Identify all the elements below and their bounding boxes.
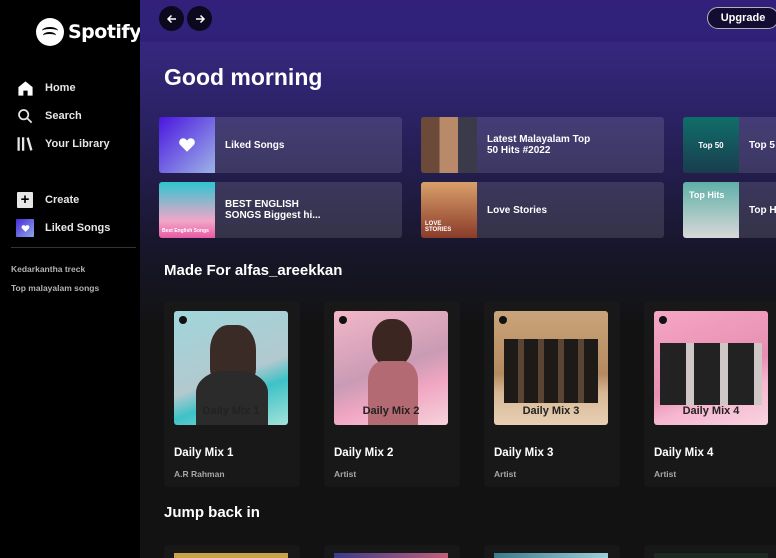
mix-cover-label: Daily Mix 1 bbox=[202, 405, 260, 417]
page-title: Good morning bbox=[164, 64, 323, 90]
spotify-mini-icon bbox=[659, 316, 667, 324]
upgrade-button[interactable]: Upgrade bbox=[707, 7, 776, 29]
mix-subtitle[interactable]: A.R Rahman bbox=[174, 469, 225, 479]
quick-pick-title: Latest Malayalam Top 50 Hits #2022 bbox=[487, 134, 591, 156]
heart-icon bbox=[179, 138, 195, 152]
thumb-label: LOVE STORIES bbox=[425, 221, 452, 233]
playlist-item[interactable]: Kedarkantha treck bbox=[11, 263, 99, 282]
sidebar: Spotify Home Search Your Library + Creat… bbox=[0, 0, 142, 558]
mix-cover: Daily Mix 3 bbox=[494, 311, 608, 425]
liked-songs-link[interactable]: Liked Songs bbox=[16, 214, 110, 242]
mix-cover: Daily Mix 1 bbox=[174, 311, 288, 425]
thumb-label: Top 50 bbox=[698, 140, 724, 150]
home-icon bbox=[16, 79, 34, 97]
mix-card[interactable]: Daily Mix 3 Daily Mix 3 Artist bbox=[484, 301, 620, 487]
liked-songs-label: Liked Songs bbox=[45, 222, 111, 234]
back-button[interactable] bbox=[159, 6, 184, 31]
recent-card[interactable] bbox=[484, 545, 620, 558]
playlist-thumb: Top Hits bbox=[683, 182, 739, 238]
nav-library[interactable]: Your Library bbox=[16, 130, 110, 158]
mix-subtitle[interactable]: Artist bbox=[494, 469, 516, 479]
recent-card[interactable] bbox=[324, 545, 460, 558]
playlist-thumb: Best English Songs bbox=[159, 182, 215, 238]
playlist-thumb bbox=[421, 117, 477, 173]
arrow-left-icon bbox=[166, 14, 176, 23]
recent-cover bbox=[494, 553, 608, 558]
main-nav: Home Search Your Library bbox=[16, 74, 110, 158]
liked-songs-thumb bbox=[159, 117, 215, 173]
recent-cover bbox=[654, 553, 768, 558]
create-playlist-button[interactable]: + Create bbox=[16, 186, 110, 214]
mix-title: Daily Mix 4 bbox=[654, 447, 714, 459]
quick-pick-title: Top 5 bbox=[749, 139, 775, 151]
main-view: Upgrade Good morning Liked Songs Latest … bbox=[140, 0, 776, 558]
nav-home[interactable]: Home bbox=[16, 74, 110, 102]
mix-cover-label: Daily Mix 3 bbox=[522, 405, 580, 417]
quick-pick-item[interactable]: LOVE STORIES Love Stories bbox=[421, 182, 664, 238]
quick-pick-title: BEST ENGLISH SONGS Biggest hi... bbox=[225, 199, 321, 221]
mix-title: Daily Mix 2 bbox=[334, 447, 394, 459]
mix-subtitle[interactable]: Artist bbox=[334, 469, 356, 479]
mix-cover-label: Daily Mix 2 bbox=[362, 405, 420, 417]
mix-card[interactable]: Daily Mix 2 Daily Mix 2 Artist bbox=[324, 301, 460, 487]
recent-card[interactable] bbox=[644, 545, 776, 558]
playlist-list: Kedarkantha treck Top malayalam songs bbox=[11, 263, 99, 301]
spotify-mini-icon bbox=[179, 316, 187, 324]
spotify-logo[interactable]: Spotify bbox=[36, 18, 142, 46]
spotify-mini-icon bbox=[499, 316, 507, 324]
quick-pick-title: Top H bbox=[749, 204, 776, 216]
mix-cover-label: Daily Mix 4 bbox=[682, 405, 740, 417]
top-bar: Upgrade bbox=[140, 0, 776, 42]
recent-cover bbox=[334, 553, 448, 558]
logo-text: Spotify bbox=[68, 21, 142, 43]
mix-cover: Daily Mix 4 bbox=[654, 311, 768, 425]
mix-subtitle[interactable]: Artist bbox=[654, 469, 676, 479]
library-icon bbox=[16, 135, 34, 153]
forward-button[interactable] bbox=[187, 6, 212, 31]
quick-pick-item[interactable]: Liked Songs bbox=[159, 117, 402, 173]
recent-card[interactable] bbox=[164, 545, 300, 558]
sidebar-actions: + Create Liked Songs bbox=[16, 186, 110, 242]
spotify-mini-icon bbox=[339, 316, 347, 324]
quick-pick-title: Liked Songs bbox=[225, 139, 285, 151]
quick-pick-item[interactable]: Top 50 Top 5 bbox=[683, 117, 776, 173]
mix-cover: Daily Mix 2 bbox=[334, 311, 448, 425]
thumb-label: Best English Songs bbox=[162, 228, 209, 234]
mix-card[interactable]: Daily Mix 1 Daily Mix 1 A.R Rahman bbox=[164, 301, 300, 487]
arrow-right-icon bbox=[195, 14, 205, 23]
thumb-label: Top Hits bbox=[689, 190, 725, 200]
quick-pick-item[interactable]: Latest Malayalam Top 50 Hits #2022 bbox=[421, 117, 664, 173]
quick-pick-title: Love Stories bbox=[487, 204, 548, 216]
section-title-jump-back[interactable]: Jump back in bbox=[164, 504, 260, 521]
quick-pick-item[interactable]: Top Hits Top H bbox=[683, 182, 776, 238]
sidebar-divider bbox=[11, 247, 136, 248]
plus-icon: + bbox=[16, 191, 34, 209]
heart-icon bbox=[16, 219, 34, 237]
create-label: Create bbox=[45, 194, 80, 206]
playlist-thumb: LOVE STORIES bbox=[421, 182, 477, 238]
mix-title: Daily Mix 1 bbox=[174, 447, 234, 459]
nav-search-label: Search bbox=[45, 110, 82, 122]
nav-home-label: Home bbox=[45, 82, 76, 94]
playlist-item[interactable]: Top malayalam songs bbox=[11, 282, 99, 301]
nav-search[interactable]: Search bbox=[16, 102, 110, 130]
nav-library-label: Your Library bbox=[45, 138, 110, 150]
spotify-logo-icon bbox=[36, 18, 64, 46]
recent-cover bbox=[174, 553, 288, 558]
mix-title: Daily Mix 3 bbox=[494, 447, 554, 459]
section-title-made-for[interactable]: Made For alfas_areekkan bbox=[164, 262, 342, 279]
mix-card[interactable]: Daily Mix 4 Daily Mix 4 Artist bbox=[644, 301, 776, 487]
search-icon bbox=[16, 107, 34, 125]
playlist-thumb: Top 50 bbox=[683, 117, 739, 173]
quick-pick-item[interactable]: Best English Songs BEST ENGLISH SONGS Bi… bbox=[159, 182, 402, 238]
